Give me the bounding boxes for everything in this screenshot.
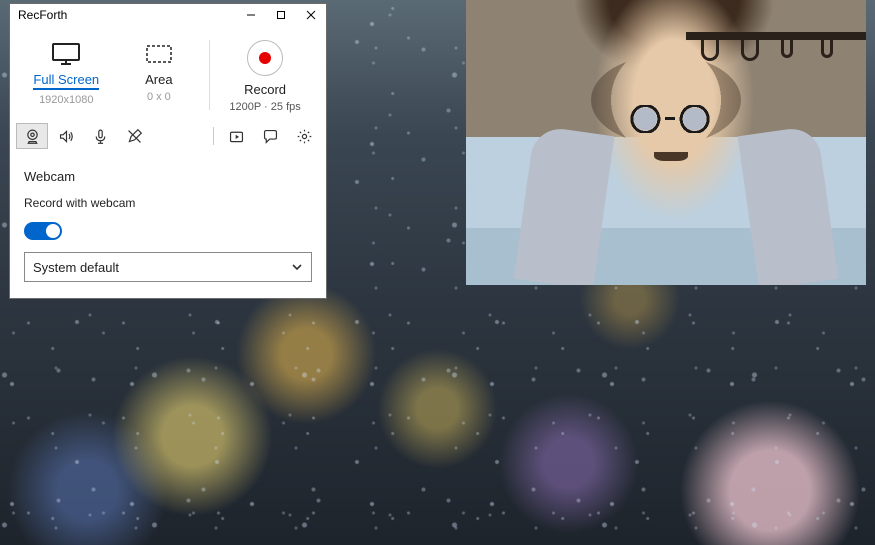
webcam-toggle[interactable] xyxy=(24,222,62,240)
webcam-toggle-label: Record with webcam xyxy=(24,196,312,210)
webcam-device-selected: System default xyxy=(33,260,119,275)
mode-area[interactable]: Area 0 x 0 xyxy=(113,40,206,103)
record-dot-icon xyxy=(259,52,271,64)
mode-fullscreen-resolution: 1920x1080 xyxy=(39,94,93,106)
close-button[interactable] xyxy=(296,4,326,26)
toolbar-divider xyxy=(213,127,214,145)
vertical-divider xyxy=(209,40,210,110)
minimize-button[interactable] xyxy=(236,4,266,26)
library-tool[interactable] xyxy=(220,123,252,149)
mode-area-label: Area xyxy=(145,72,172,87)
webcam-heading: Webcam xyxy=(24,169,312,184)
capture-modes-row: Full Screen 1920x1080 Area 0 x 0 Record … xyxy=(10,26,326,119)
record-button[interactable] xyxy=(247,40,283,76)
feedback-tool[interactable] xyxy=(254,123,286,149)
record-section: Record 1200P · 25 fps xyxy=(214,40,316,113)
mic-icon xyxy=(92,128,109,145)
settings-tool[interactable] xyxy=(288,123,320,149)
person-mustache xyxy=(654,152,688,161)
gear-icon xyxy=(296,128,313,145)
annotation-tool[interactable] xyxy=(118,123,150,149)
mode-area-resolution: 0 x 0 xyxy=(147,91,171,103)
webcam-device-select[interactable]: System default xyxy=(24,252,312,282)
toolbar xyxy=(10,119,326,155)
person-sweater xyxy=(738,125,839,285)
monitor-icon xyxy=(51,40,81,68)
webcam-icon xyxy=(24,128,41,145)
chevron-down-icon xyxy=(291,261,303,273)
webcam-tool[interactable] xyxy=(16,123,48,149)
record-label: Record xyxy=(244,82,286,97)
window-title: RecForth xyxy=(18,8,236,22)
mode-fullscreen-label: Full Screen xyxy=(33,72,99,90)
record-info: 1200P · 25 fps xyxy=(229,101,300,113)
webcam-preview-overlay xyxy=(466,0,866,285)
speaker-icon xyxy=(58,128,75,145)
maximize-button[interactable] xyxy=(266,4,296,26)
area-select-icon xyxy=(145,40,173,68)
background-hook xyxy=(821,40,833,58)
webcam-settings-panel: Webcam Record with webcam System default xyxy=(10,155,326,298)
background-hook xyxy=(781,40,793,58)
titlebar[interactable]: RecForth xyxy=(10,4,326,26)
pen-icon xyxy=(126,128,143,145)
toggle-knob xyxy=(46,224,60,238)
chat-icon xyxy=(262,128,279,145)
mode-fullscreen[interactable]: Full Screen 1920x1080 xyxy=(20,40,113,106)
mic-tool[interactable] xyxy=(84,123,116,149)
speaker-tool[interactable] xyxy=(50,123,82,149)
recforth-window: RecForth Full Screen 1920x1080 Area 0 x … xyxy=(9,3,327,299)
background-hooks xyxy=(686,32,866,40)
library-icon xyxy=(228,128,245,145)
person-sweater xyxy=(514,125,615,285)
